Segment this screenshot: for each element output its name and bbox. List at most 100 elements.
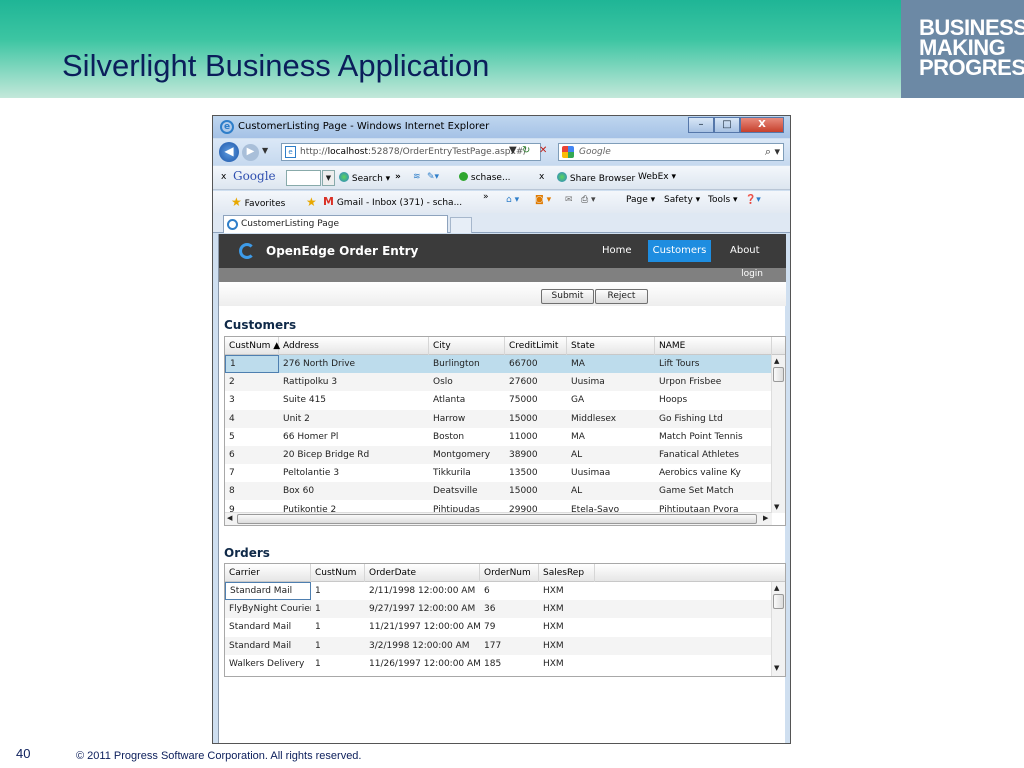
- customers-hscroll[interactable]: ◀ ▶: [225, 512, 772, 525]
- maximize-button[interactable]: □: [714, 117, 740, 133]
- grid-cell[interactable]: 66 Homer Pl: [279, 428, 429, 446]
- toolbar-chevron[interactable]: »: [395, 172, 401, 182]
- nav-about[interactable]: About: [730, 245, 760, 256]
- order-row[interactable]: Standard Mail 1 11/21/1997 12:00:00 AM 79 HX…: [225, 618, 772, 636]
- column-header[interactable]: CustNum: [311, 564, 365, 582]
- scroll-right-icon[interactable]: ▶: [763, 514, 768, 522]
- add-favorite-icon[interactable]: ★: [306, 195, 317, 209]
- grid-cell[interactable]: Lift Tours: [655, 355, 772, 373]
- login-link[interactable]: login: [741, 269, 763, 279]
- nav-home[interactable]: Home: [602, 245, 632, 256]
- grid-cell[interactable]: MA: [567, 428, 655, 446]
- grid-cell[interactable]: Uusimaa: [567, 464, 655, 482]
- help-icon[interactable]: ❓▾: [745, 195, 761, 205]
- submit-button[interactable]: Submit: [541, 289, 594, 304]
- grid-cell[interactable]: 6: [225, 446, 279, 464]
- favorites-chevron[interactable]: »: [483, 192, 489, 202]
- grid-cell[interactable]: 2: [225, 373, 279, 391]
- orders-vscroll[interactable]: ▲ ▼: [771, 582, 785, 676]
- grid-cell[interactable]: Burlington: [429, 355, 505, 373]
- nav-customers[interactable]: Customers: [648, 240, 711, 262]
- grid-cell[interactable]: 20 Bicep Bridge Rd: [279, 446, 429, 464]
- tools-menu[interactable]: Tools ▾: [708, 195, 738, 205]
- feeds-icon[interactable]: ◙ ▾: [535, 195, 551, 205]
- order-row[interactable]: Standard Mail 1 3/2/1998 12:00:00 AM 177 HXM: [225, 636, 772, 655]
- column-header[interactable]: CreditLimit: [505, 337, 567, 355]
- grid-cell[interactable]: 79: [480, 618, 539, 636]
- scroll-thumb[interactable]: [773, 367, 784, 382]
- column-header[interactable]: CustNum ▲: [225, 337, 280, 355]
- address-dropdown-icon[interactable]: ▼: [509, 145, 517, 156]
- grid-cell[interactable]: Boston: [429, 428, 505, 446]
- column-header[interactable]: State: [567, 337, 655, 355]
- grid-cell[interactable]: 1: [311, 618, 365, 636]
- grid-cell[interactable]: HXM: [539, 618, 595, 636]
- grid-cell[interactable]: Urpon Frisbee: [655, 373, 772, 391]
- grid-cell[interactable]: GA: [567, 391, 655, 409]
- grid-cell[interactable]: 9/27/1997 12:00:00 AM: [365, 600, 480, 618]
- grid-cell[interactable]: 27600: [505, 373, 567, 391]
- grid-cell[interactable]: 1: [311, 655, 365, 673]
- grid-cell[interactable]: 11/21/1997 12:00:00 AM: [365, 618, 480, 636]
- grid-cell[interactable]: 177: [480, 637, 539, 655]
- tab-customer-listing[interactable]: CustomerListing Page: [223, 215, 448, 233]
- favorites-button[interactable]: ★ Favorites: [231, 195, 285, 209]
- new-tab-button[interactable]: [450, 217, 472, 233]
- grid-cell[interactable]: Standard Mail: [225, 618, 311, 636]
- grid-cell[interactable]: Standard Mail: [225, 582, 311, 600]
- google-toolbar-search[interactable]: Search ▾: [339, 172, 390, 184]
- column-header[interactable]: NAME: [655, 337, 772, 355]
- customer-row[interactable]: 6 20 Bicep Bridge Rd Montgomery 38900 AL Fana…: [225, 446, 772, 464]
- grid-cell[interactable]: Standard Mail: [225, 637, 311, 655]
- grid-cell[interactable]: Suite 415: [279, 391, 429, 409]
- grid-cell[interactable]: HXM: [539, 582, 595, 600]
- safety-menu[interactable]: Safety ▾: [664, 195, 700, 205]
- schase-button[interactable]: schase...: [459, 172, 511, 183]
- grid-cell[interactable]: 8: [225, 482, 279, 500]
- grid-cell[interactable]: 6: [480, 582, 539, 600]
- grid-cell[interactable]: 36: [480, 600, 539, 618]
- grid-cell[interactable]: 4: [225, 410, 279, 428]
- share-browser-button[interactable]: Share Browser: [557, 172, 635, 184]
- grid-cell[interactable]: 66700: [505, 355, 567, 373]
- forward-button[interactable]: ▶: [242, 144, 259, 161]
- grid-cell[interactable]: Game Set Match: [655, 482, 772, 500]
- grid-cell[interactable]: 1: [311, 582, 365, 600]
- grid-cell[interactable]: Match Point Tennis: [655, 428, 772, 446]
- grid-cell[interactable]: Rattipolku 3: [279, 373, 429, 391]
- grid-cell[interactable]: Deatsville: [429, 482, 505, 500]
- scroll-down-icon[interactable]: ▼: [774, 664, 779, 672]
- search-magnifier-icon[interactable]: ⌕ ▾: [765, 145, 780, 159]
- column-header[interactable]: Address: [279, 337, 429, 355]
- grid-cell[interactable]: Peltolantie 3: [279, 464, 429, 482]
- grid-cell[interactable]: 7: [225, 464, 279, 482]
- grid-cell[interactable]: 15000: [505, 410, 567, 428]
- customers-vscroll[interactable]: ▲ ▼: [771, 355, 785, 513]
- customer-row[interactable]: 2 Rattipolku 3 Oslo 27600 Uusima Urpon Frisbe…: [225, 373, 772, 392]
- column-header[interactable]: SalesRep: [539, 564, 595, 582]
- stop-icon[interactable]: ✕: [539, 145, 547, 156]
- grid-cell[interactable]: 2/11/1998 12:00:00 AM: [365, 582, 480, 600]
- column-header[interactable]: City: [429, 337, 505, 355]
- google-toolbar-input[interactable]: [286, 170, 321, 186]
- order-row[interactable]: FlyByNight Courier 1 9/27/1997 12:00:00 AM…: [225, 600, 772, 619]
- wifi-icon[interactable]: ≋: [413, 172, 421, 182]
- customer-row[interactable]: 1 276 North Drive Burlington 66700 MA Lift To…: [225, 355, 772, 373]
- grid-cell[interactable]: Box 60: [279, 482, 429, 500]
- grid-cell[interactable]: 13500: [505, 464, 567, 482]
- grid-cell[interactable]: 276 North Drive: [279, 355, 429, 373]
- address-input[interactable]: http://localhost:52878/OrderEntryTestPag…: [281, 143, 541, 161]
- grid-cell[interactable]: Montgomery: [429, 446, 505, 464]
- grid-cell[interactable]: HXM: [539, 655, 595, 673]
- mail-icon[interactable]: ✉: [565, 195, 573, 205]
- grid-cell[interactable]: Fanatical Athletes: [655, 446, 772, 464]
- column-header[interactable]: OrderNum: [480, 564, 539, 582]
- grid-cell[interactable]: Unit 2: [279, 410, 429, 428]
- grid-cell[interactable]: Harrow: [429, 410, 505, 428]
- grid-cell[interactable]: Atlanta: [429, 391, 505, 409]
- grid-cell[interactable]: Hoops: [655, 391, 772, 409]
- customer-row[interactable]: 7 Peltolantie 3 Tikkurila 13500 Uusimaa Aerob…: [225, 464, 772, 482]
- history-dropdown-icon[interactable]: ▼: [262, 146, 268, 155]
- grid-cell[interactable]: Oslo: [429, 373, 505, 391]
- grid-cell[interactable]: 75000: [505, 391, 567, 409]
